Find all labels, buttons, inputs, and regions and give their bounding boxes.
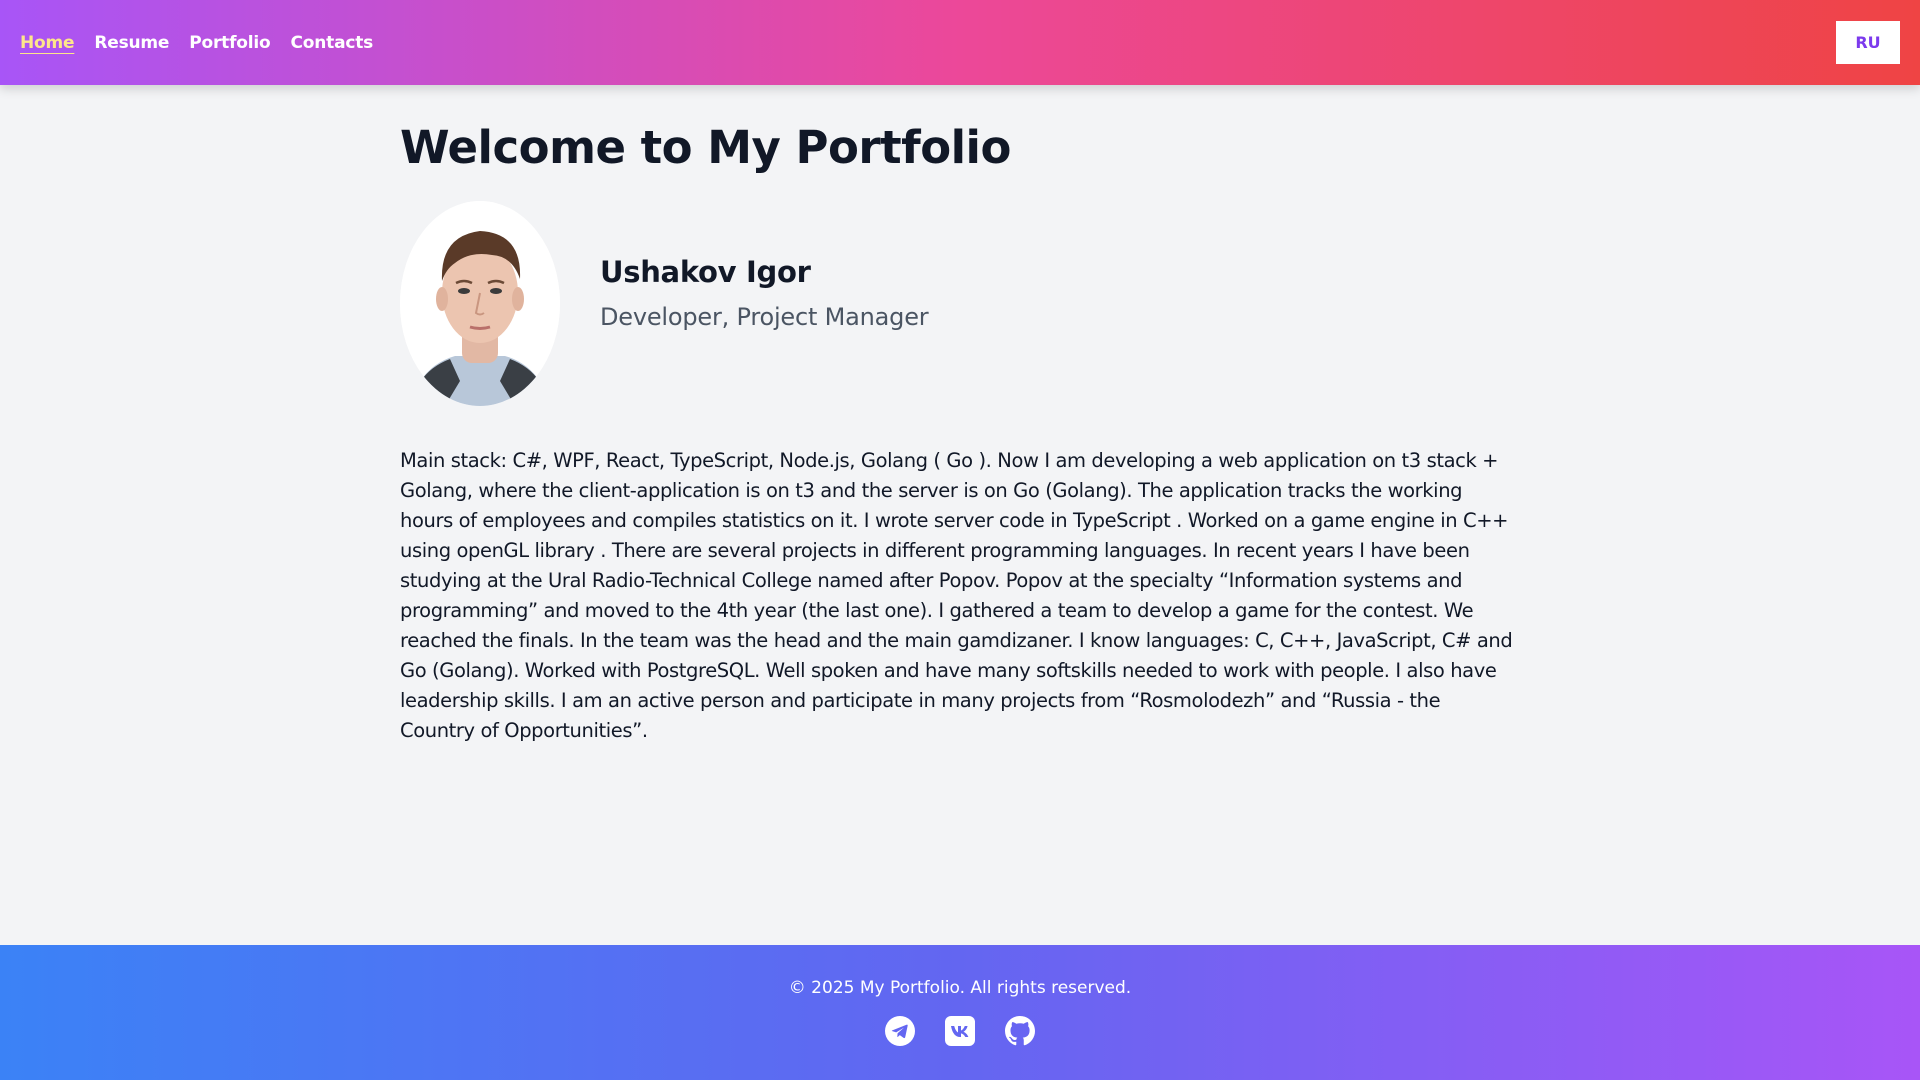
profile-info: Ushakov Igor Developer, Project Manager — [600, 255, 929, 331]
bio-text: Main stack: C#, WPF, React, TypeScript, … — [400, 448, 1513, 742]
profile-photo — [400, 200, 560, 406]
nav-home[interactable]: Home — [20, 33, 75, 53]
github-icon[interactable] — [1005, 1016, 1035, 1046]
nav-resume[interactable]: Resume — [94, 33, 169, 53]
telegram-icon[interactable] — [885, 1016, 915, 1046]
footer: © 2025 My Portfolio. All rights reserved… — [0, 945, 1920, 1080]
nav-portfolio[interactable]: Portfolio — [189, 33, 270, 53]
page-title: Welcome to My Portfolio — [400, 121, 1011, 174]
profile-role: Developer, Project Manager — [600, 303, 929, 331]
main-nav: Home Resume Portfolio Contacts — [20, 33, 373, 53]
profile-section: Ushakov Igor Developer, Project Manager — [400, 200, 1520, 406]
nav-contacts[interactable]: Contacts — [291, 33, 374, 53]
vk-icon[interactable] — [945, 1016, 975, 1046]
social-links — [885, 1016, 1035, 1046]
avatar — [400, 200, 560, 406]
profile-name: Ushakov Igor — [600, 255, 811, 289]
copyright-text: © 2025 My Portfolio. All rights reserved… — [788, 978, 1132, 998]
main-content: Welcome to My Portfolio Ushakov Igor Dev… — [400, 85, 1520, 746]
page: Home Resume Portfolio Contacts RU Welcom… — [0, 0, 1920, 1080]
top-navbar: Home Resume Portfolio Contacts RU — [0, 0, 1920, 85]
language-toggle-button[interactable]: RU — [1836, 21, 1900, 64]
